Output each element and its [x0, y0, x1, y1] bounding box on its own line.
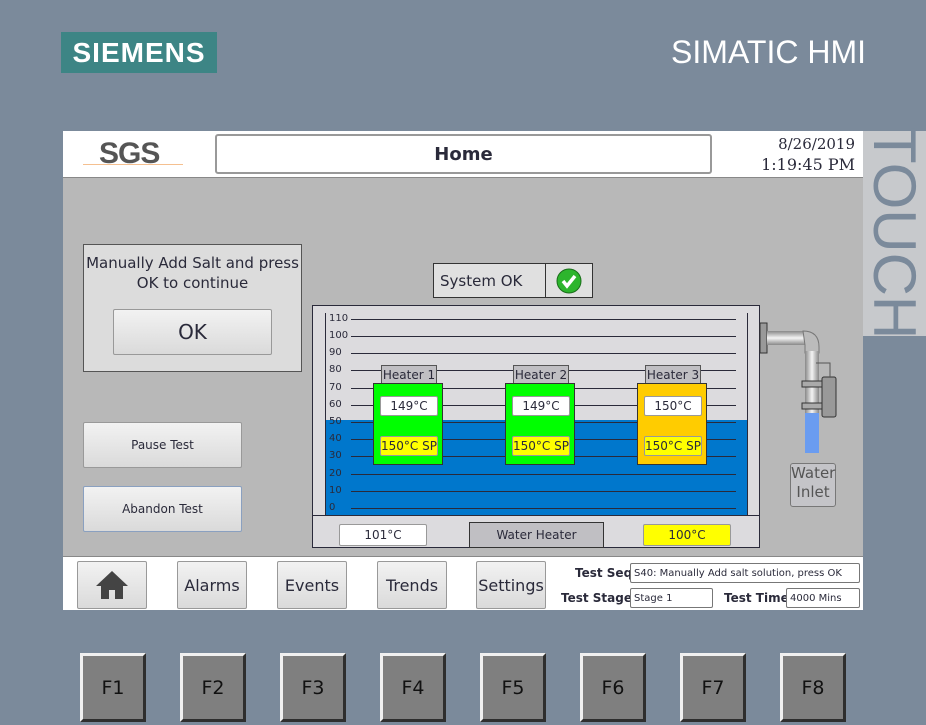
- scale-tick-label: 20: [329, 467, 342, 479]
- gridline: [351, 473, 736, 475]
- heater-2-setpoint[interactable]: 150°C SP: [512, 436, 570, 456]
- gridline: [351, 508, 736, 509]
- water-inlet-label: Water Inlet: [790, 463, 836, 507]
- test-stage-field: Stage 1: [630, 588, 713, 608]
- heater-1-label: Heater 1: [381, 365, 437, 384]
- prompt-message: Manually Add Salt and press OK to contin…: [86, 254, 299, 292]
- test-time-field: 4000 Mins: [786, 588, 860, 608]
- home-icon: [96, 571, 128, 599]
- scale-tick-label: 40: [329, 433, 342, 445]
- home-button[interactable]: [77, 561, 147, 609]
- heater-3-label: Heater 3: [645, 365, 701, 384]
- gridline: [351, 490, 736, 492]
- abandon-test-button[interactable]: Abandon Test: [83, 486, 242, 532]
- hmi-screen: SGS Home 8/26/2019 1:19:45 PM Manually A…: [63, 131, 863, 610]
- function-key-f2[interactable]: F2: [180, 653, 246, 722]
- nav-trends[interactable]: Trends: [377, 561, 447, 609]
- heater-2-temp: 149°C: [512, 396, 570, 416]
- test-stage-label: Test Stage: [561, 591, 632, 605]
- gridline: [351, 318, 736, 320]
- function-key-f7[interactable]: F7: [680, 653, 746, 722]
- scale-tick-label: 50: [329, 416, 342, 427]
- nav-alarms[interactable]: Alarms: [177, 561, 247, 609]
- tank-footer: 101°C Water Heater 100°C: [313, 515, 759, 548]
- gridline: [351, 353, 736, 355]
- heater-3[interactable]: 150°C 150°C SP: [637, 383, 707, 465]
- touch-label: TOUCH: [861, 127, 926, 340]
- footer-nav: Alarms Events Trends Settings Test Seq S…: [63, 556, 863, 610]
- heater-1-temp: 149°C: [380, 396, 438, 416]
- check-circle-icon: [546, 264, 592, 297]
- ok-button[interactable]: OK: [113, 309, 272, 355]
- logo-underline: [83, 164, 183, 165]
- heater-3-temp: 150°C: [644, 396, 702, 416]
- siemens-logo: SIEMENS: [61, 32, 217, 73]
- test-seq-label: Test Seq: [575, 566, 633, 580]
- heater-3-setpoint[interactable]: 150°C SP: [644, 436, 702, 456]
- heater-2[interactable]: 149°C 150°C SP: [505, 383, 575, 465]
- nav-settings[interactable]: Settings: [476, 561, 546, 609]
- pause-test-button[interactable]: Pause Test: [83, 422, 242, 468]
- water-temp-left: 101°C: [339, 524, 427, 546]
- scale-tick-label: 80: [329, 364, 342, 376]
- system-status: System OK: [433, 263, 593, 298]
- inlet-pipe-icon: [759, 322, 837, 453]
- scale-tick-label: 10: [329, 484, 342, 496]
- scale-tick-label: 110: [329, 313, 349, 324]
- function-key-f6[interactable]: F6: [580, 653, 646, 722]
- gridline: [351, 336, 736, 337]
- scale-tick-label: 100: [329, 330, 349, 341]
- scale-tick-label: 60: [329, 398, 342, 410]
- function-key-f1[interactable]: F1: [80, 653, 146, 722]
- header: SGS Home 8/26/2019 1:19:45 PM: [63, 131, 863, 178]
- heater-1-setpoint[interactable]: 150°C SP: [380, 436, 438, 456]
- page-title: Home: [215, 134, 712, 174]
- system-status-label: System OK: [434, 264, 546, 297]
- function-key-f8[interactable]: F8: [780, 653, 846, 722]
- date-display: 8/26/2019: [778, 135, 855, 153]
- scale-tick-label: 30: [329, 450, 342, 462]
- water-tank: 110 100 90 80 70 60 50 40 30 20 10 0 Heater 1 149°C…: [312, 305, 760, 548]
- scale-tick-label: 90: [329, 347, 342, 359]
- water-temp-right: 100°C: [643, 524, 731, 546]
- function-key-f5[interactable]: F5: [480, 653, 546, 722]
- heater-1[interactable]: 149°C 150°C SP: [373, 383, 443, 465]
- scale-tick-label: 70: [329, 381, 342, 393]
- simatic-hmi-label: SIMATIC HMI: [671, 34, 866, 70]
- scale-tick-label: 0: [329, 502, 336, 513]
- test-time-label: Test Time: [724, 591, 789, 605]
- water-heater-label[interactable]: Water Heater: [469, 522, 604, 548]
- operator-prompt: Manually Add Salt and press OK to contin…: [83, 244, 302, 372]
- nav-events[interactable]: Events: [277, 561, 347, 609]
- sgs-logo: SGS: [99, 137, 160, 170]
- function-key-f4[interactable]: F4: [380, 653, 446, 722]
- function-key-f3[interactable]: F3: [280, 653, 346, 722]
- test-seq-field: S40: Manually Add salt solution, press O…: [630, 563, 860, 583]
- time-display: 1:19:45 PM: [761, 155, 855, 174]
- heater-2-label: Heater 2: [513, 365, 569, 384]
